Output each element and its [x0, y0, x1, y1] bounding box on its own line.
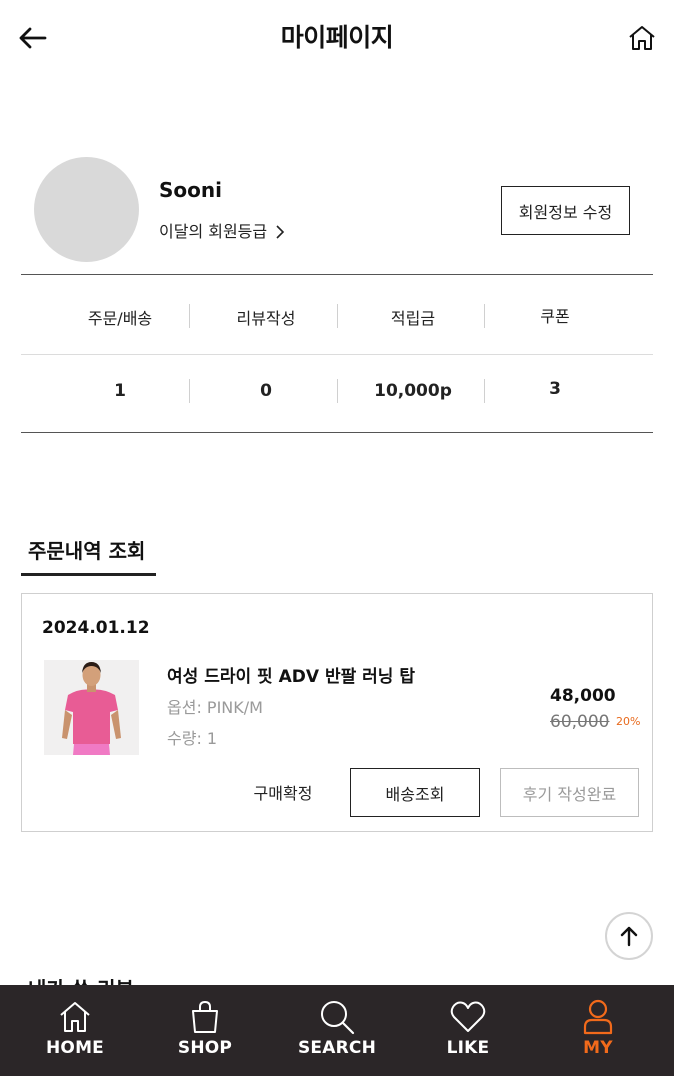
page-title: 마이페이지 — [280, 23, 394, 52]
member-grade-link[interactable]: 이달의 회원등급 — [159, 220, 285, 244]
sale-price: 48,000 — [550, 686, 616, 706]
stat-value-reviews[interactable]: 0 — [192, 377, 340, 405]
order-date: 2024.01.12 — [42, 618, 150, 638]
bottom-navigation: HOME SHOP SEARCH LIKE MY — [0, 985, 674, 1076]
edit-profile-button[interactable]: 회원정보 수정 — [501, 186, 630, 235]
product-quantity: 수량: 1 — [167, 729, 218, 748]
original-price: 60,000 — [550, 712, 610, 732]
heart-icon — [450, 1001, 486, 1032]
nav-label: HOME — [45, 1038, 104, 1058]
stat-label-points[interactable]: 적립금 — [339, 306, 487, 332]
confirm-purchase-button[interactable]: 구매확정 — [236, 768, 330, 816]
stat-value-orders[interactable]: 1 — [46, 377, 194, 405]
stat-divider — [189, 379, 190, 403]
review-completed-button[interactable]: 후기 작성완료 — [500, 768, 639, 817]
nav-home[interactable]: HOME — [0, 985, 150, 1076]
nav-like[interactable]: LIKE — [414, 985, 522, 1076]
divider — [21, 432, 653, 433]
stat-label-coupons[interactable]: 쿠폰 — [481, 304, 629, 330]
nav-search[interactable]: SEARCH — [260, 985, 414, 1076]
stat-divider — [484, 379, 485, 403]
product-image[interactable] — [44, 660, 139, 755]
nav-label: SHOP — [177, 1038, 233, 1058]
discount-rate: 20% — [616, 715, 641, 728]
home-icon — [629, 26, 655, 50]
app-header: 마이페이지 — [0, 0, 674, 76]
member-grade-label: 이달의 회원등급 — [159, 222, 268, 241]
order-history-title: 주문내역 조회 — [28, 539, 146, 563]
stat-label-orders[interactable]: 주문/배송 — [46, 306, 194, 332]
stat-value-coupons[interactable]: 3 — [481, 375, 629, 403]
shopping-bag-icon — [192, 1000, 218, 1033]
nav-my[interactable]: MY — [522, 985, 674, 1076]
nav-label: MY — [583, 1038, 613, 1058]
stat-label-reviews[interactable]: 리뷰작성 — [192, 306, 340, 332]
search-icon — [321, 1001, 355, 1035]
nav-label: SEARCH — [297, 1038, 376, 1058]
stat-divider — [337, 304, 338, 328]
home-icon — [60, 1002, 90, 1032]
stat-divider — [189, 304, 190, 328]
track-delivery-button[interactable]: 배송조회 — [350, 768, 480, 817]
avatar — [34, 157, 139, 262]
divider — [21, 274, 653, 275]
scroll-top-button[interactable] — [605, 912, 653, 960]
stat-divider — [484, 304, 485, 328]
nav-shop[interactable]: SHOP — [150, 985, 260, 1076]
divider — [21, 354, 653, 355]
home-button[interactable] — [622, 20, 662, 56]
stat-value-points[interactable]: 10,000p — [339, 377, 487, 405]
user-icon — [583, 999, 613, 1035]
nav-label: LIKE — [446, 1038, 490, 1058]
user-name: Sooni — [159, 178, 222, 202]
chevron-right-icon — [275, 224, 285, 240]
arrow-up-icon — [620, 926, 638, 947]
product-option: 옵션: PINK/M — [167, 698, 263, 717]
product-name[interactable]: 여성 드라이 핏 ADV 반팔 러닝 탑 — [167, 664, 415, 690]
section-underline — [21, 573, 156, 576]
stat-divider — [337, 379, 338, 403]
